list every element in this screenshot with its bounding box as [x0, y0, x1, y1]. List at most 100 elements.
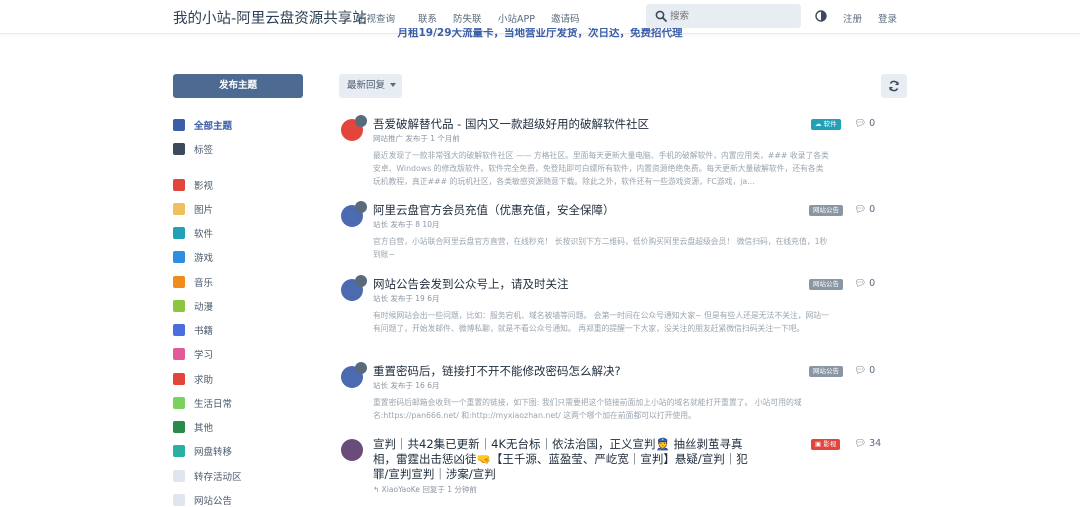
discussion-title-line[interactable]: 相，雷霆出击惩凶徒🤜【王千源、蓝盈莹、严屹宽｜宣判】悬疑/宣判｜犯 [373, 452, 748, 467]
discussion-item[interactable]: 重置密码后，链接打不开不能修改密码怎么解决? 站长 发布于 16 6月 重置密码… [339, 362, 909, 424]
login-button[interactable]: 登录 [878, 11, 897, 25]
sidebar-item-label: 图片 [194, 205, 214, 216]
sort-dropdown[interactable]: 最新回复 [339, 74, 402, 98]
sidebar-item-label: 全部主题 [194, 121, 233, 132]
sidebar-item-label: 学习 [194, 350, 214, 361]
register-button[interactable]: 注册 [843, 11, 862, 25]
discussion-item[interactable]: 吾爱破解替代品 - 国内又一款超级好用的破解软件社区 网站推广 发布于 1 个月… [339, 115, 909, 189]
site-title[interactable]: 我的小站-阿里云盘资源共享站 [173, 7, 367, 28]
post-topic-button[interactable]: 发布主题 [173, 74, 303, 98]
discussion-excerpt: 重置密码后邮箱会收到一个重置的链接，如下图: 我们只需要把这个链接前面加上小站的… [373, 398, 802, 420]
sidebar-item[interactable]: 学习 [173, 346, 213, 362]
sidebar-item[interactable]: 图片 [173, 201, 213, 217]
discussion-title[interactable]: 阿里云盘官方会员充值（优惠充值，安全保障） [373, 203, 615, 218]
chevron-down-icon [390, 83, 397, 88]
discussion-title-line[interactable]: 罪/宣判宣判｜涉案/宣判 [373, 467, 496, 482]
search-box[interactable] [646, 4, 801, 28]
discussion-excerpt: 最近发现了一款非常强大的破解软件社区 —— 方格社区。里面每天更新大量电脑、手机… [373, 151, 829, 186]
tag-label: 软件 [823, 120, 837, 128]
calendar-icon [173, 397, 185, 409]
sidebar-item-label: 求助 [194, 375, 214, 386]
nav-app[interactable]: 小站APP [498, 11, 535, 25]
nav-movie-search[interactable]: 影视查询 [357, 11, 395, 25]
sidebar-item[interactable]: 软件 [173, 225, 213, 241]
discussion-excerpt: 官方自营，小站联合阿里云盘官方直营，在线秒充！ 长按识别下方二维码，低价购买阿里… [373, 237, 828, 259]
sidebar-item[interactable]: 动漫 [173, 298, 213, 314]
cloud-icon [173, 227, 185, 239]
sidebar-item[interactable]: 转存活动区 [173, 468, 242, 484]
lock-icon [355, 115, 367, 127]
promo-banner[interactable]: 月租19/29大流量卡，当地营业厅发货，次日达，免费招代理 [0, 28, 1080, 42]
graduation-icon [173, 348, 185, 360]
image-icon [173, 203, 185, 215]
tag-badge[interactable]: 网站公告 [809, 279, 843, 290]
question-icon [173, 373, 185, 385]
sidebar-item[interactable]: 书籍 [173, 322, 213, 338]
chat-icon [173, 119, 185, 131]
comment-icon: 💬︎ [854, 278, 867, 289]
discussion-title[interactable]: 网站公告会发到公众号上，请及时关注 [373, 277, 569, 292]
comment-icon: 💬︎ [854, 118, 867, 129]
sidebar-item[interactable]: 全部主题 [173, 117, 232, 133]
discussion-item[interactable]: 网站公告会发到公众号上，请及时关注 站长 发布于 19 6月 有时候网站会出一些… [339, 275, 909, 349]
sidebar-item[interactable]: 网站公告 [173, 492, 232, 507]
comment-icon: 💬︎ [854, 365, 867, 376]
refresh-button[interactable] [881, 74, 907, 98]
sidebar-item[interactable]: 游戏 [173, 249, 213, 265]
comment-icon: 💬︎ [854, 204, 867, 215]
tag-badge[interactable]: 网站公告 [809, 366, 843, 377]
tag-icon [173, 494, 185, 506]
nav-anti-lost[interactable]: 防失联 [453, 11, 482, 25]
cloud-icon: ☁ [815, 120, 824, 128]
sidebar-item-label: 动漫 [194, 302, 214, 313]
avatar[interactable] [341, 439, 363, 461]
sidebar-item-label: 书籍 [194, 326, 214, 337]
android-icon [173, 300, 185, 312]
tag-icon [173, 470, 185, 482]
sidebar-item[interactable]: 求助 [173, 371, 213, 387]
feather-icon [173, 421, 185, 433]
sidebar-item-label: 音乐 [194, 278, 214, 289]
search-input[interactable] [670, 7, 795, 25]
sidebar-item[interactable]: 其他 [173, 419, 213, 435]
sidebar-item-label: 转存活动区 [194, 472, 242, 483]
discussion-item[interactable]: 阿里云盘官方会员充值（优惠充值，安全保障） 站长 发布于 8 10月 官方自营，… [339, 201, 909, 263]
reply-count-value: 0 [869, 365, 876, 376]
discussion-title-line[interactable]: 宣判｜共42集已更新｜4K无台标｜依法治国，正义宣判👮 抽丝剥茧寻真 [373, 437, 742, 452]
theme-toggle-icon[interactable] [815, 10, 827, 22]
sidebar-item-label: 网站公告 [194, 496, 233, 507]
sort-label: 最新回复 [347, 80, 386, 91]
reply-count-value: 34 [869, 438, 882, 449]
sidebar-item[interactable]: 网盘转移 [173, 443, 232, 459]
reply-count: 💬︎ 0 [854, 204, 875, 215]
search-icon [655, 10, 667, 22]
sidebar-item[interactable]: 生活日常 [173, 395, 232, 411]
video-icon: ▣ [815, 440, 824, 448]
sidebar-item[interactable]: 标签 [173, 141, 213, 157]
nav-contact[interactable]: 联系 [418, 11, 437, 25]
tag-badge[interactable]: ▣ 影视 [811, 439, 841, 450]
discussion-excerpt: 有时候网站会出一些问题，比如：服务宕机、域名被墙等问题。 会第一时间在公众号通知… [373, 311, 829, 333]
sidebar-item[interactable]: 影视 [173, 177, 213, 193]
refresh-icon [889, 80, 899, 92]
tag-badge[interactable]: 网站公告 [809, 205, 843, 216]
discussion-meta: 站长 发布于 16 6月 [373, 381, 440, 390]
discussion-title[interactable]: 吾爱破解替代品 - 国内又一款超级好用的破解软件社区 [373, 117, 649, 132]
discussion-meta: 网站推广 发布于 1 个月前 [373, 134, 460, 143]
discussion-title[interactable]: 重置密码后，链接打不开不能修改密码怎么解决? [373, 364, 621, 379]
discussion-meta: 站长 发布于 8 10月 [373, 220, 440, 229]
tag-label: 影视 [823, 440, 837, 448]
tag-badge[interactable]: ☁ 软件 [811, 119, 841, 130]
discussion-item[interactable]: 宣判｜共42集已更新｜4K无台标｜依法治国，正义宣判👮 抽丝剥茧寻真 相，雷霆出… [339, 437, 909, 503]
music-icon [173, 276, 185, 288]
sidebar-item[interactable]: 音乐 [173, 274, 213, 290]
promo-banner-text: 月租19/29大流量卡，当地营业厅发货，次日达，免费招代理 [397, 28, 683, 39]
reply-count-value: 0 [869, 278, 876, 289]
lock-icon [355, 201, 367, 213]
nav-invite-code[interactable]: 邀请码 [551, 11, 580, 25]
reply-count-value: 0 [869, 118, 876, 129]
comment-icon: 💬︎ [854, 438, 867, 449]
reply-count: 💬︎ 34 [854, 438, 881, 449]
reply-count-value: 0 [869, 204, 876, 215]
discussion-meta: ↰ XiaoYaoKe 回复于 1 分钟前 [373, 485, 477, 494]
